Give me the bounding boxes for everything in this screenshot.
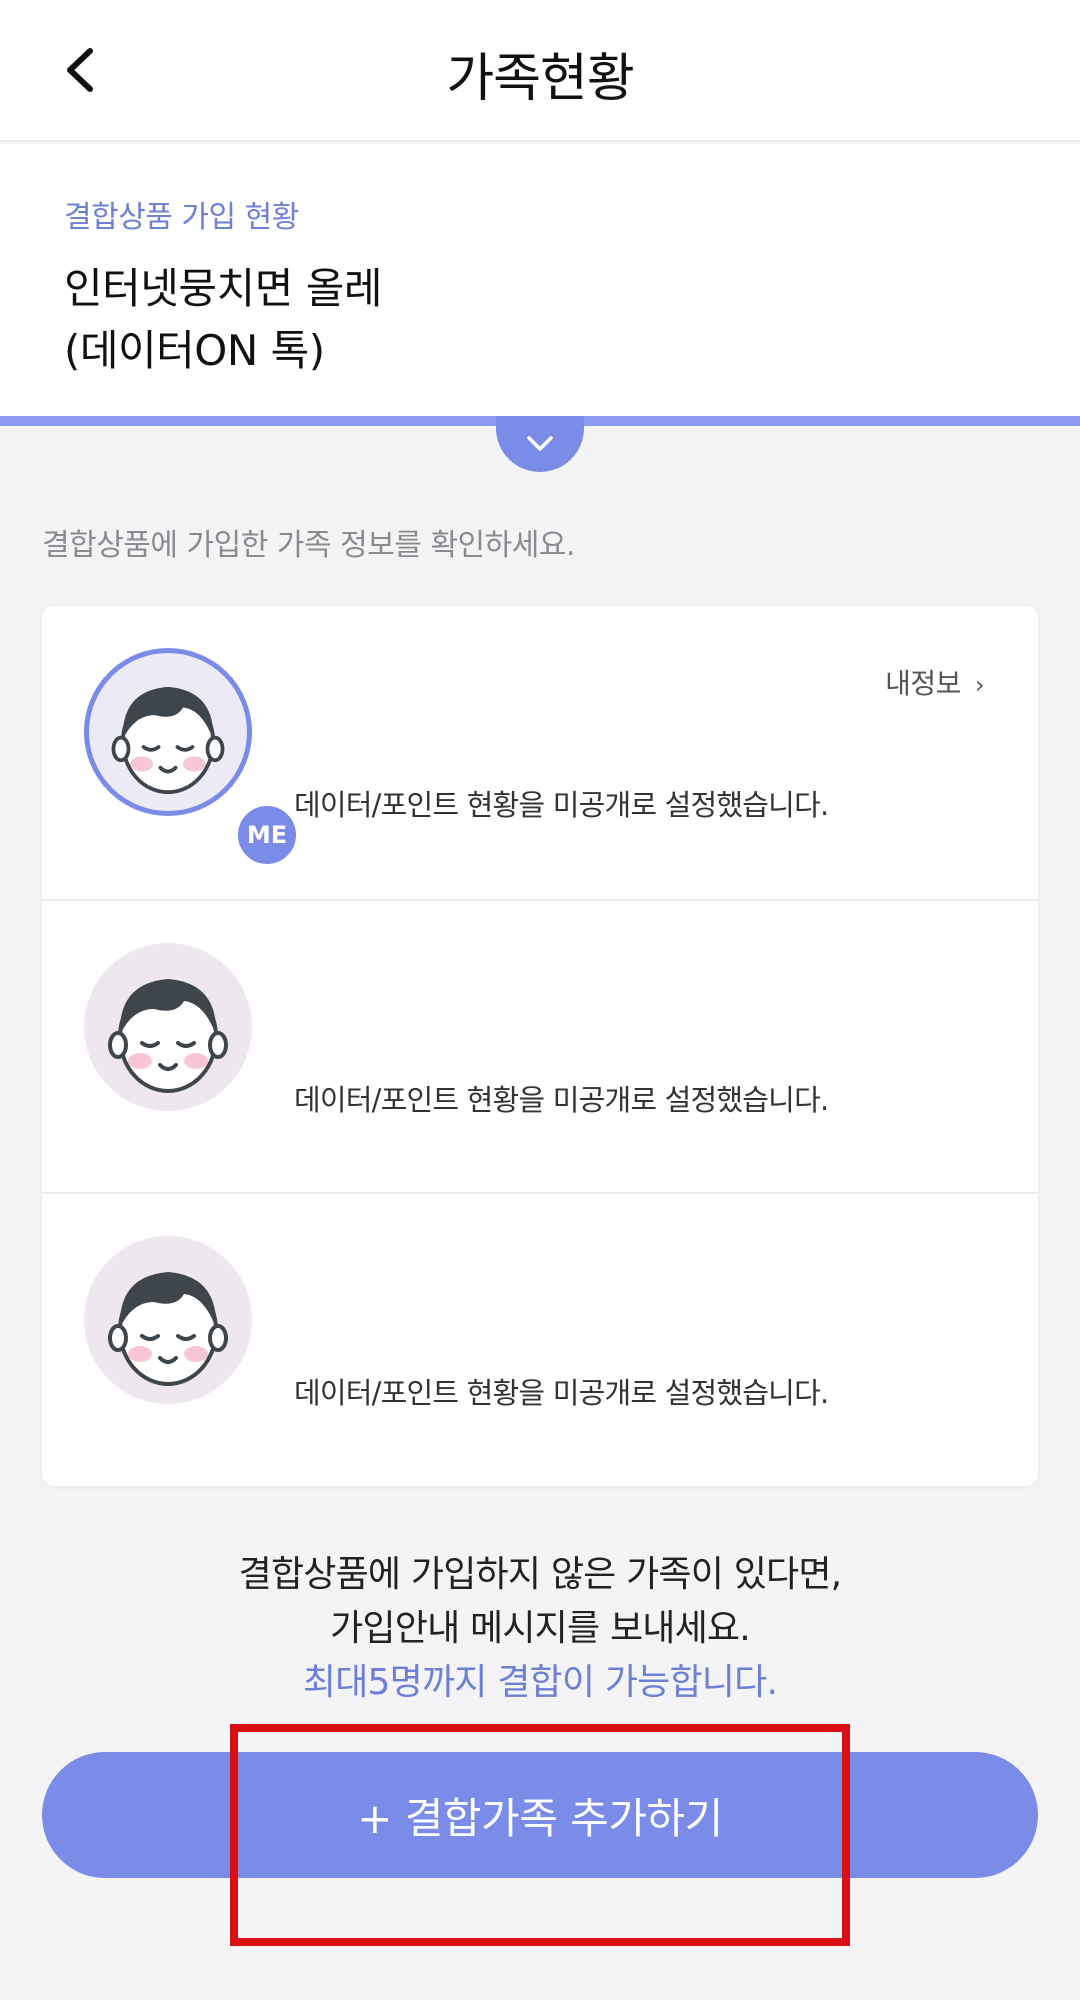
summary-label: 결합상품 가입 현황	[64, 200, 299, 235]
face-icon	[108, 1272, 228, 1386]
notice-line-2: 가입안내 메시지를 보내세요.	[330, 1608, 751, 1649]
family-member-me: ME 내정보 › 데이터/포인트 현황을 미공개로 설정했습니다.	[42, 606, 1038, 899]
avatar: ME	[84, 648, 299, 867]
me-badge: ME	[235, 803, 299, 867]
face-icon	[111, 686, 225, 795]
product-name: 인터넷뭉치면 올레 (데이터ON 톡)	[64, 264, 382, 375]
app-header: 가족현황	[0, 0, 1080, 142]
avatar	[84, 1236, 252, 1404]
family-member: 데이터/포인트 현황을 미공개로 설정했습니다.	[42, 1192, 1038, 1485]
member-status: 데이터/포인트 현황을 미공개로 설정했습니다.	[294, 1376, 829, 1410]
chevron-down-icon	[527, 436, 553, 451]
member-status: 데이터/포인트 현황을 미공개로 설정했습니다.	[294, 1083, 829, 1117]
family-member: 데이터/포인트 현황을 미공개로 설정했습니다.	[42, 899, 1038, 1192]
page-title: 가족현황	[446, 49, 634, 109]
add-family-button[interactable]: + 결합가족 추가하기	[42, 1752, 1038, 1878]
notice-line-1: 결합상품에 가입하지 않은 가족이 있다면,	[238, 1554, 842, 1595]
invite-notice: 결합상품에 가입하지 않은 가족이 있다면, 가입안내 메시지를 보내세요. 최…	[0, 1548, 1080, 1710]
chevron-right-icon: ›	[974, 671, 985, 699]
product-summary: 결합상품 가입 현황 인터넷뭉치면 올레 (데이터ON 톡)	[0, 144, 1080, 416]
member-limit-text: 최대5명까지 결합이 가능합니다.	[302, 1662, 778, 1703]
face-icon	[108, 979, 228, 1093]
expand-toggle-button[interactable]	[496, 416, 584, 472]
member-status: 데이터/포인트 현황을 미공개로 설정했습니다.	[294, 788, 829, 822]
my-info-link[interactable]: 내정보 ›	[885, 662, 984, 702]
my-info-label: 내정보	[885, 667, 961, 700]
avatar	[84, 943, 252, 1111]
family-list-card: ME 내정보 › 데이터/포인트 현황을 미공개로 설정했습니다. 데이터/포인트…	[42, 606, 1038, 1486]
intro-text: 결합상품에 가입한 가족 정보를 확인하세요.	[42, 528, 575, 563]
